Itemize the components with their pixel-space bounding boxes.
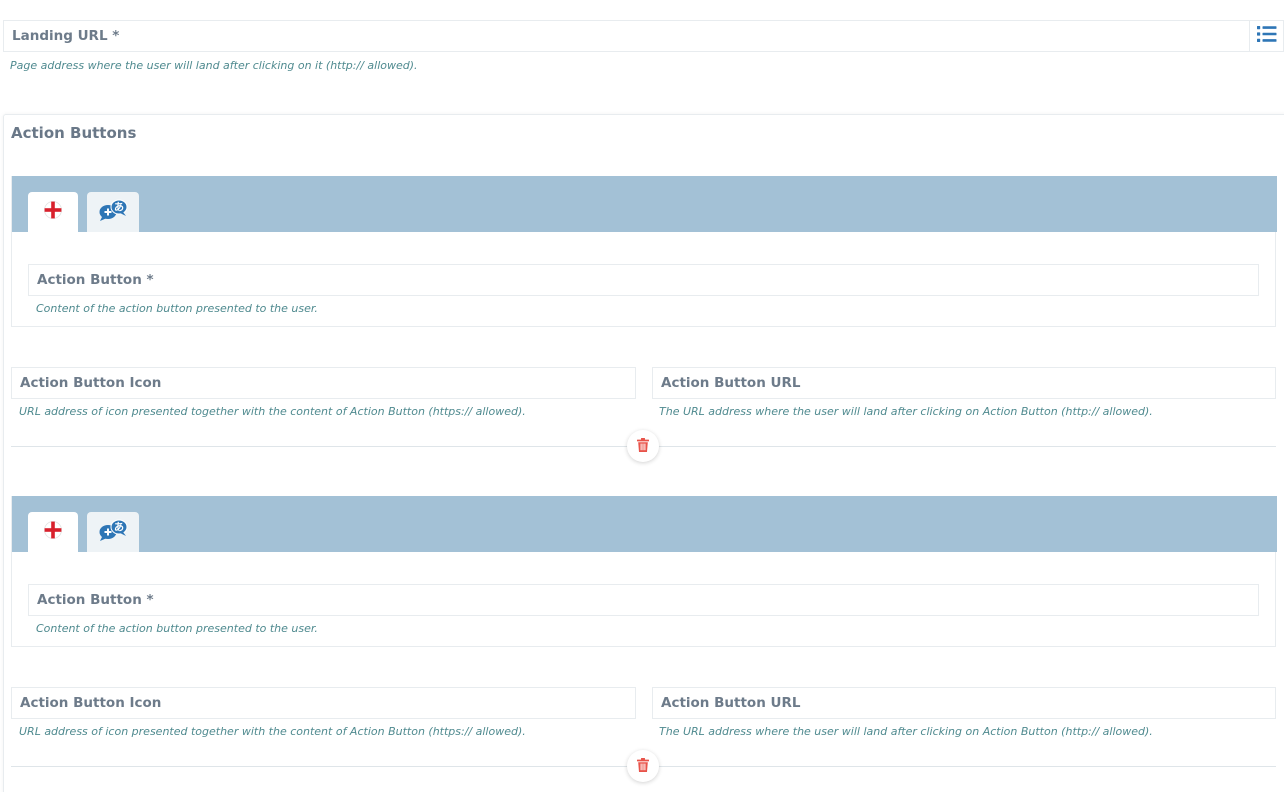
action-button-label: Action Button * <box>37 592 154 608</box>
england-flag-icon <box>44 201 62 223</box>
svg-text:あ: あ <box>114 521 124 534</box>
tab-language-english[interactable] <box>28 512 78 552</box>
action-button-field[interactable]: Action Button * <box>28 264 1259 296</box>
action-button-icon-label: Action Button Icon <box>20 375 162 391</box>
tab-language-english[interactable] <box>28 192 78 232</box>
action-button-icon-help: URL address of icon presented together w… <box>19 405 526 418</box>
action-button-icon-label: Action Button Icon <box>20 695 162 711</box>
landing-url-field[interactable]: Landing URL * <box>3 20 1284 52</box>
action-button-url-label: Action Button URL <box>661 695 801 711</box>
list-icon <box>1256 25 1277 47</box>
svg-text:あ: あ <box>114 201 124 214</box>
landing-url-help: Page address where the user will land af… <box>10 59 418 72</box>
action-button-url-help: The URL address where the user will land… <box>659 405 1153 418</box>
action-button-icon-field[interactable]: Action Button Icon <box>11 367 636 399</box>
action-button-url-help: The URL address where the user will land… <box>659 725 1153 738</box>
action-button-field[interactable]: Action Button * <box>28 584 1259 616</box>
action-button-url-field[interactable]: Action Button URL <box>652 367 1276 399</box>
england-flag-icon <box>44 521 62 543</box>
tab-add-translation[interactable]: あ <box>87 192 139 232</box>
trash-icon <box>637 437 649 456</box>
trash-icon <box>637 757 649 776</box>
add-translation-icon: あ <box>98 199 128 225</box>
action-button-icon-help: URL address of icon presented together w… <box>19 725 526 738</box>
action-button-url-label: Action Button URL <box>661 375 801 391</box>
action-button-label: Action Button * <box>37 272 154 288</box>
action-button-help: Content of the action button presented t… <box>36 302 318 315</box>
action-button-translation-box: あ Action Button * Content of the action … <box>11 496 1277 647</box>
delete-action-button[interactable] <box>627 430 659 462</box>
action-button-translation-box: あ Action Button * Content of the action … <box>11 176 1277 327</box>
tab-add-translation[interactable]: あ <box>87 512 139 552</box>
language-tab-bar: あ <box>12 176 1277 232</box>
action-button-help: Content of the action button presented t… <box>36 622 318 635</box>
action-buttons-title: Action Buttons <box>11 124 137 142</box>
landing-url-label: Landing URL * <box>12 28 120 44</box>
add-translation-icon: あ <box>98 519 128 545</box>
action-button-url-field[interactable]: Action Button URL <box>652 687 1276 719</box>
delete-action-button[interactable] <box>627 750 659 782</box>
action-button-icon-field[interactable]: Action Button Icon <box>11 687 636 719</box>
list-button[interactable] <box>1249 21 1283 51</box>
language-tab-bar: あ <box>12 496 1277 552</box>
